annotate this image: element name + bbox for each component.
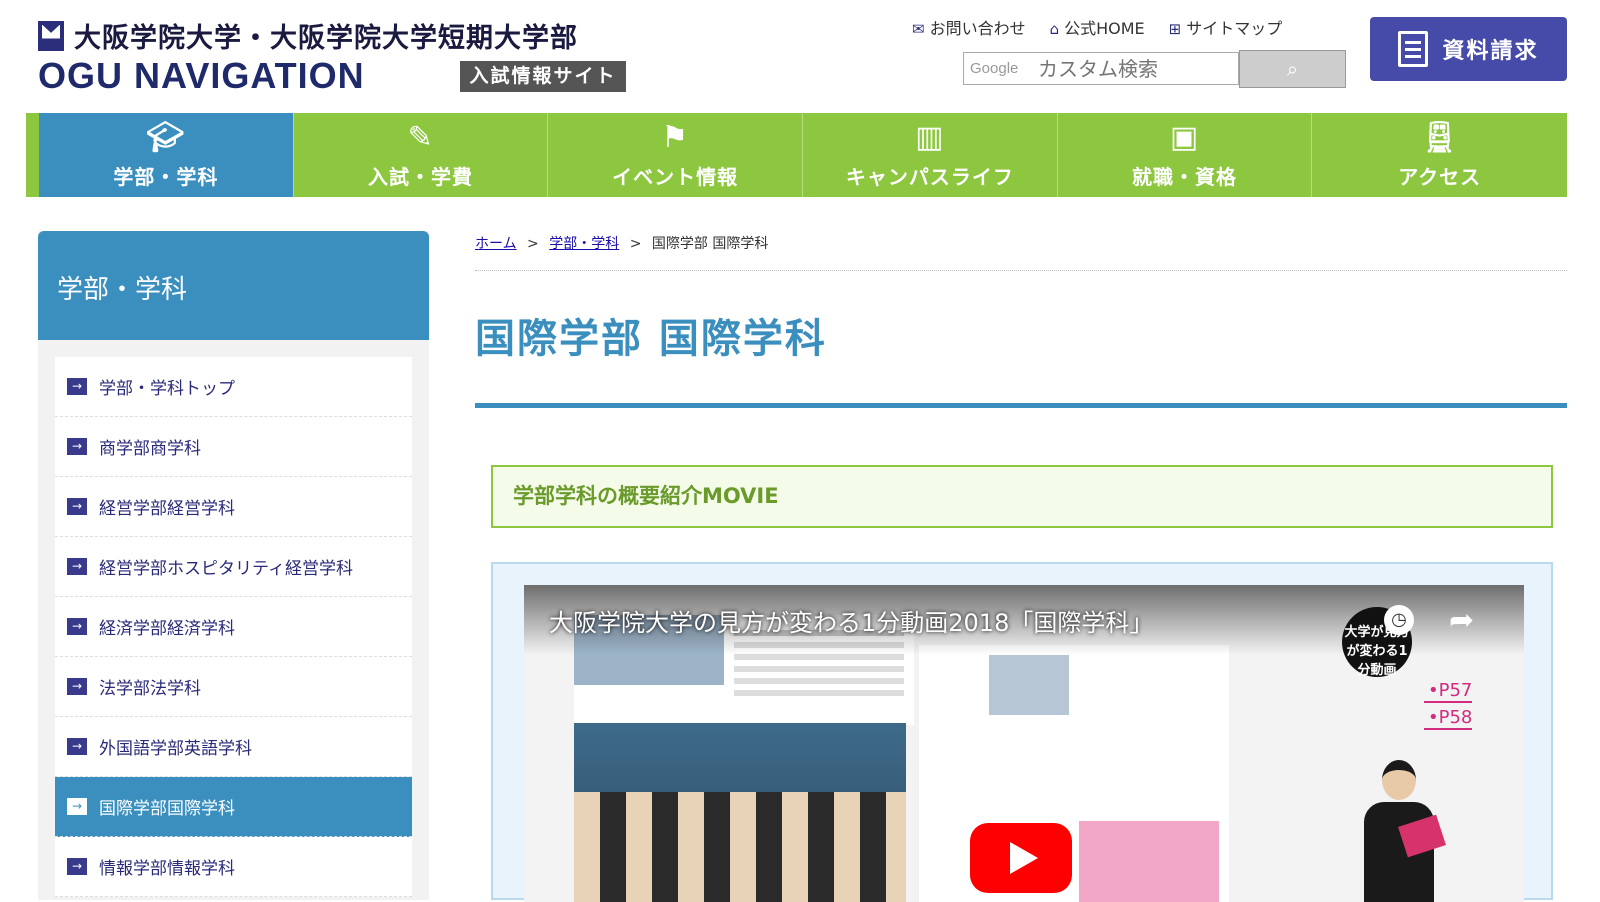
nav-admissions-label: 入試・学費 (368, 164, 473, 189)
sidebar-item-commerce[interactable]: → 商学部商学科 (55, 417, 412, 477)
campus-icon: ▥ (915, 119, 945, 155)
site-badge: 入試情報サイト (460, 61, 626, 92)
pen-paper-icon: ✎ (407, 119, 434, 155)
university-name: 大阪学院大学・大阪学院大学短期大学部 (74, 23, 578, 54)
sitemap-link-label: サイトマップ (1186, 19, 1283, 38)
arrow-right-icon: → (67, 378, 87, 395)
play-button-icon[interactable] (970, 823, 1072, 893)
nav-faculties[interactable]: 🎓︎ 学部・学科 (39, 113, 294, 197)
search-icon: ⌕ (1286, 57, 1299, 81)
page-tag-label: P58 (1438, 707, 1473, 728)
google-brand-label: Google (970, 60, 1019, 77)
arrow-right-icon: → (67, 498, 87, 515)
utility-links: ✉ お問い合わせ ⌂ 公式HOME ⊞ サイトマップ (912, 15, 1282, 39)
page-tag-label: P57 (1438, 680, 1473, 701)
nav-campus-life[interactable]: ▥ キャンパスライフ (803, 113, 1058, 197)
site-name[interactable]: OGU NAVIGATION (38, 55, 365, 97)
nav-access-label: アクセス (1398, 164, 1482, 189)
video-title[interactable]: 大阪学院大学の見方が変わる1分動画2018「国際学科」 (549, 603, 1153, 638)
breadcrumb-current: 国際学部 国際学科 (651, 236, 769, 252)
contact-link-label: お問い合わせ (929, 19, 1026, 38)
train-icon: 🚆︎ (1420, 119, 1460, 155)
official-home-link-label: 公式HOME (1064, 19, 1145, 38)
sidebar-item-label: 国際学部国際学科 (99, 799, 235, 819)
video-page-tags: •P57 •P58 (1424, 680, 1473, 734)
video-container: 大阪学院大学の見方が変わる1分動画2018「国際学科」 大学が見方が変わる1分動… (491, 562, 1553, 902)
sitemap-icon: ⊞ (1168, 20, 1182, 38)
sidebar-item-faculty-top[interactable]: → 学部・学科トップ (55, 357, 412, 417)
breadcrumb-separator: > (629, 236, 642, 252)
sidebar: 学部・学科 → 学部・学科トップ → 商学部商学科 → 経営学部経営学科 → 経営学部ホ… (38, 231, 429, 900)
section-heading: 学部学科の概要紹介MOVIE (491, 465, 1553, 528)
sidebar-item-label: 商学部商学科 (99, 439, 201, 459)
sidebar-title: 学部・学科 (38, 231, 429, 340)
global-nav: 🎓︎ 学部・学科 ✎ 入試・学費 ⚑ イベント情報 ▥ キャンパスライフ ▣ 就… (26, 113, 1567, 197)
arrow-right-icon: → (67, 798, 87, 815)
share-icon[interactable]: ➦ (1449, 603, 1474, 638)
sitemap-link[interactable]: ⊞ サイトマップ (1169, 15, 1283, 39)
page-tag: •P57 (1424, 680, 1473, 703)
breadcrumb-faculties[interactable]: 学部・学科 (549, 236, 619, 252)
nav-campus-life-label: キャンパスライフ (845, 164, 1014, 189)
arrow-right-icon: → (67, 858, 87, 875)
home-icon: ⌂ (1049, 20, 1060, 38)
document-request-label: 資料請求 (1442, 39, 1539, 64)
sidebar-item-label: 経営学部ホスピタリティ経営学科 (99, 559, 353, 579)
sidebar-item-label: 学部・学科トップ (99, 379, 235, 399)
sidebar-item-english[interactable]: → 外国語学部英語学科 (55, 717, 412, 777)
contact-link[interactable]: ✉ お問い合わせ (912, 15, 1026, 39)
search-box: Google (963, 52, 1239, 85)
breadcrumb-separator: > (527, 236, 539, 252)
page-tag: •P58 (1424, 707, 1473, 730)
sidebar-item-label: 法学部法学科 (99, 679, 201, 699)
official-home-link[interactable]: ⌂ 公式HOME (1050, 15, 1145, 39)
nav-events-label: イベント情報 (612, 164, 739, 189)
sidebar-menu: → 学部・学科トップ → 商学部商学科 → 経営学部経営学科 → 経営学部ホスピタリティ… (55, 357, 412, 897)
breadcrumb-home[interactable]: ホーム (475, 236, 517, 252)
nav-access[interactable]: 🚆︎ アクセス (1312, 113, 1567, 197)
sidebar-item-business[interactable]: → 経営学部経営学科 (55, 477, 412, 537)
sidebar-item-label: 外国語学部英語学科 (99, 739, 252, 759)
sidebar-item-label: 情報学部情報学科 (99, 859, 235, 879)
briefcase-icon: ▣ (1169, 119, 1200, 155)
nav-career[interactable]: ▣ 就職・資格 (1058, 113, 1313, 197)
sidebar-item-informatics[interactable]: → 情報学部情報学科 (55, 837, 412, 897)
watch-later-icon[interactable]: ◷ (1384, 605, 1414, 635)
arrow-right-icon: → (67, 678, 87, 695)
ogu-emblem-icon (38, 20, 64, 51)
breadcrumb: ホーム > 学部・学科 > 国際学部 国際学科 (475, 233, 768, 253)
nav-faculties-label: 学部・学科 (113, 164, 219, 189)
video-thumbnail-panel (1079, 821, 1219, 902)
site-header: 大阪学院大学・大阪学院大学短期大学部 OGU NAVIGATION 入試情報サイ… (0, 0, 1600, 112)
flag-icon: ⚑ (661, 119, 690, 155)
presenter-figure (1354, 760, 1446, 902)
mail-icon: ✉ (912, 20, 925, 38)
nav-career-label: 就職・資格 (1132, 164, 1238, 189)
sidebar-item-label: 経済学部経済学科 (99, 619, 235, 639)
search-button[interactable]: ⌕ (1239, 50, 1346, 88)
video-thumbnail-photo (574, 723, 906, 902)
arrow-right-icon: → (67, 558, 87, 575)
sidebar-item-economics[interactable]: → 経済学部経済学科 (55, 597, 412, 657)
sidebar-item-law[interactable]: → 法学部法学科 (55, 657, 412, 717)
sidebar-item-hospitality[interactable]: → 経営学部ホスピタリティ経営学科 (55, 537, 412, 597)
youtube-video-player[interactable]: 大阪学院大学の見方が変わる1分動画2018「国際学科」 大学が見方が変わる1分動… (524, 585, 1524, 902)
page-title: 国際学部 国際学科 (475, 316, 827, 362)
arrow-right-icon: → (67, 438, 87, 455)
nav-admissions[interactable]: ✎ 入試・学費 (294, 113, 549, 197)
sidebar-item-international[interactable]: → 国際学部国際学科 (55, 777, 412, 837)
document-icon (1398, 31, 1429, 67)
breadcrumb-divider (475, 270, 1567, 271)
arrow-right-icon: → (67, 618, 87, 635)
title-underline (475, 403, 1567, 408)
university-logo[interactable]: 大阪学院大学・大阪学院大学短期大学部 (38, 16, 578, 55)
sidebar-item-label: 経営学部経営学科 (99, 499, 235, 519)
nav-events[interactable]: ⚑ イベント情報 (548, 113, 804, 197)
arrow-right-icon: → (67, 738, 87, 755)
mortarboard-icon: 🎓︎ (146, 119, 186, 155)
document-request-button[interactable]: 資料請求 (1370, 17, 1567, 81)
